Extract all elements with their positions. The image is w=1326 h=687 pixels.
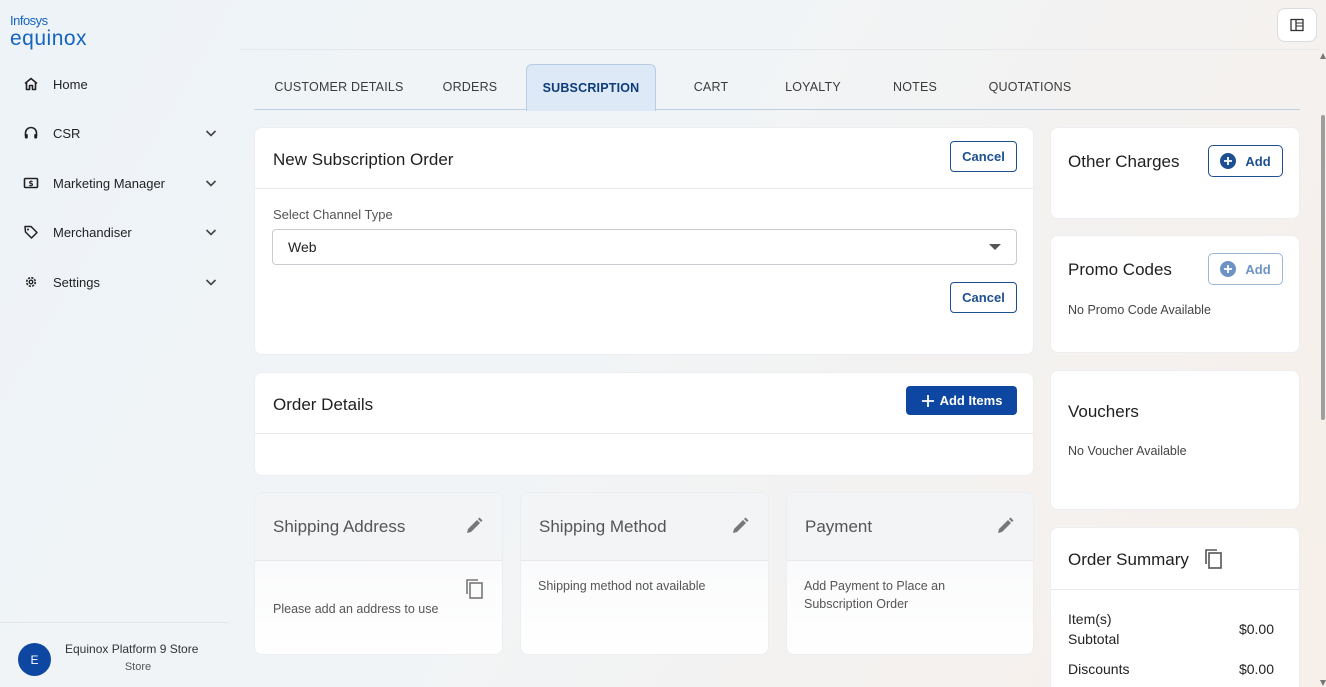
layout-toggle-button[interactable] [1277,8,1317,42]
card-title: Payment [805,517,873,536]
add-items-button[interactable]: Add Items [906,386,1017,415]
sidebar-item-marketing-manager[interactable]: $ Marketing Manager [22,168,218,198]
scrollbar-thumb[interactable] [1321,115,1325,420]
scroll-up-arrow-icon [1320,53,1326,59]
add-promo-code-button[interactable]: Add [1208,253,1283,285]
logo-line-2: equinox [10,27,88,50]
dropdown-caret-icon [989,244,1001,250]
chevron-down-icon[interactable] [204,176,218,190]
copy-icon[interactable] [1202,547,1224,571]
tab-loyalty[interactable]: LOYALTY [776,64,850,110]
add-other-charge-button[interactable]: Add [1208,145,1283,177]
copy-icon[interactable] [463,577,485,601]
tab-bar: CUSTOMER DETAILS ORDERS SUBSCRIPTION CAR… [254,64,1300,111]
promo-codes-card: Promo Codes Add No Promo Code Available [1050,235,1300,353]
card-title: Order Summary [1068,550,1189,569]
channel-type-value: Web [288,239,317,255]
shipping-address-card: Shipping Address Please add an address t… [254,492,503,655]
order-details-card: Order Details Add Items [254,372,1034,476]
new-subscription-order-card: New Subscription Order Cancel Select Cha… [254,127,1034,355]
logo-line-1: Infosys [10,13,48,28]
cancel-button[interactable]: Cancel [950,141,1017,172]
plus-icon [921,394,934,407]
store-type: Store [124,661,152,673]
card-title: Shipping Method [539,517,667,536]
store-name: Equinox Platform 9 Store [65,642,199,656]
edit-pencil-icon[interactable] [464,516,484,536]
summary-value: $0.00 [1238,661,1274,677]
plus-circle-icon [1220,261,1237,277]
tag-icon [22,223,40,241]
tab-cart[interactable]: CART [682,64,740,110]
sidebar: Infosys equinox Home CSR $ Marketing Man… [0,0,240,687]
sidebar-item-label: Merchandiser [53,224,132,240]
gear-icon [22,273,40,291]
store-switcher[interactable]: E Equinox Platform 9 Store Store [18,638,228,678]
vouchers-card: Vouchers No Voucher Available [1050,370,1300,510]
chevron-down-icon[interactable] [204,275,218,289]
chevron-down-icon[interactable] [204,126,218,140]
other-charges-card: Other Charges Add [1050,127,1300,219]
sidebar-item-label: Home [53,76,88,92]
tab-orders[interactable]: ORDERS [434,64,506,110]
home-icon [22,75,40,93]
tab-subscription[interactable]: SUBSCRIPTION [526,64,656,111]
card-title: Order Details [273,395,374,414]
plus-circle-icon [1220,153,1237,169]
channel-type-select[interactable]: Web [272,229,1017,265]
tab-customer-details[interactable]: CUSTOMER DETAILS [262,64,416,110]
sidebar-divider [0,622,228,623]
summary-label: Item(s) Subtotal [1068,611,1120,647]
svg-text:$: $ [28,179,33,188]
header-divider [240,49,1320,50]
add-label: Add [1245,153,1271,169]
edit-pencil-icon[interactable] [730,516,750,536]
edit-pencil-icon[interactable] [995,516,1015,536]
summary-row-subtotal: Item(s) Subtotal $0.00 [1068,609,1274,649]
tab-quotations[interactable]: QUOTATIONS [982,64,1078,110]
card-title: Shipping Address [273,517,406,536]
dollar-bill-icon: $ [22,174,40,192]
sidebar-item-label: CSR [53,125,81,141]
scroll-down-arrow-icon [1320,680,1326,686]
summary-row-discounts: Discounts $0.00 [1068,661,1274,677]
promo-empty-message: No Promo Code Available [1068,303,1211,317]
card-title: Other Charges [1068,152,1180,171]
divider [1051,589,1299,590]
sidebar-item-settings[interactable]: Settings [22,267,218,297]
shipping-address-message: Please add an address to use [273,602,439,616]
order-summary-card: Order Summary Item(s) Subtotal $0.00 Dis… [1050,527,1300,687]
divider [255,188,1033,189]
card-title: Promo Codes [1068,260,1172,279]
chevron-down-icon[interactable] [204,225,218,239]
tab-notes[interactable]: NOTES [884,64,946,110]
sidebar-item-merchandiser[interactable]: Merchandiser [22,217,218,247]
layout-icon [1290,18,1304,32]
sidebar-item-home[interactable]: Home [22,69,218,99]
sidebar-item-csr[interactable]: CSR [22,118,218,148]
channel-type-label: Select Channel Type [273,207,393,222]
add-items-label: Add Items [939,393,1003,408]
infosys-equinox-logo[interactable]: Infosys equinox [10,14,87,49]
headset-icon [22,124,40,142]
sidebar-item-label: Settings [53,274,100,290]
divider [255,433,1033,434]
voucher-empty-message: No Voucher Available [1068,444,1187,458]
shipping-method-message: Shipping method not available [538,579,706,593]
avatar: E [18,643,51,676]
shipping-method-card: Shipping Method Shipping method not avai… [520,492,769,655]
sidebar-item-label: Marketing Manager [53,175,165,191]
summary-label: Discounts [1068,661,1130,677]
card-title: Vouchers [1068,402,1139,421]
add-label: Add [1245,261,1271,277]
card-title: New Subscription Order [273,150,454,169]
payment-message: Add Payment to Place an Subscription Ord… [804,579,946,611]
payment-card: Payment Add Payment to Place an Subscrip… [786,492,1034,655]
summary-value: $0.00 [1238,621,1274,637]
cancel-button-secondary[interactable]: Cancel [950,282,1017,313]
